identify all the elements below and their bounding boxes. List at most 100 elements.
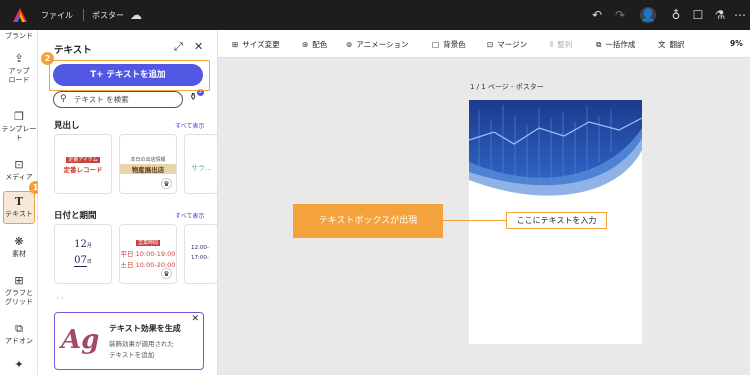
zoom-level[interactable]: 9% xyxy=(730,39,743,48)
see-all-headings-link[interactable]: すべて表示 xyxy=(175,121,204,130)
rail-item-charts[interactable]: ⊞ グラフと グリッド xyxy=(0,274,38,307)
addons-icon: ⧉ xyxy=(15,322,23,335)
margin-button[interactable]: ⊡ マージン xyxy=(487,39,527,50)
file-menu[interactable]: ファイル xyxy=(41,10,73,21)
background-icon: □ xyxy=(432,40,440,49)
page-label: 1 / 1 ページ - ポスター xyxy=(470,83,544,91)
colors-button[interactable]: ⊛ 配色 xyxy=(302,39,327,50)
promo-close-icon[interactable]: ✕ xyxy=(191,314,199,324)
rail-item-upload[interactable]: ⇪ アップ ロード xyxy=(0,52,38,85)
search-input[interactable]: ⚲ テキスト を検索 xyxy=(53,91,183,108)
expand-icon[interactable]: ⤢ xyxy=(174,40,183,54)
text-t-icon: T xyxy=(14,195,24,208)
text-effect-preview: Ag xyxy=(61,325,100,355)
animation-icon: ⊚ xyxy=(346,40,353,49)
card-tag: 本日の出店情報 xyxy=(130,157,166,163)
rail-label: テキスト xyxy=(5,210,33,218)
bulk-create-label: 一括作成 xyxy=(605,40,636,49)
rail-label: グラフと グリッド xyxy=(5,289,33,306)
rail-item-brand[interactable]: ブランド xyxy=(0,32,38,41)
resize-label: サイズ変更 xyxy=(242,40,280,49)
heading-template-card[interactable]: 本日の出店情報 物産展出店 ♛ xyxy=(119,134,177,194)
rail-label: メディア xyxy=(5,173,33,181)
animation-label: アニメーション xyxy=(356,40,409,49)
rail-item-addons[interactable]: ⧉ アドオン xyxy=(0,322,38,346)
upload-icon: ⇪ xyxy=(14,52,24,65)
time-line-2: 17:00- xyxy=(191,255,209,261)
generate-text-effects-card[interactable]: Ag テキスト効果を生成 装飾効果が適用された テキストを追加 ✕ xyxy=(54,312,204,370)
time-line-1: 12:00- xyxy=(191,245,209,251)
search-placeholder: テキスト を検索 xyxy=(74,95,129,104)
bulk-create-icon: ⧉ xyxy=(596,40,602,49)
step-badge-2: 2 xyxy=(41,52,54,65)
rail-item-text[interactable]: T テキスト xyxy=(3,191,35,224)
rail-label: アドオン xyxy=(5,337,33,345)
elements-icon: ❋ xyxy=(14,235,24,248)
text-box[interactable]: ここにテキストを入力 xyxy=(506,212,607,229)
left-rail: ブランド ⇪ アップ ロード ❐ テンプレー ト ⊡ メディア T テキスト ❋ 素材 ⊞… xyxy=(0,30,38,375)
date-template-card[interactable]: 営業時間 平日 10:00-19:00 土日 10:00-20:00 ♛ xyxy=(119,224,177,284)
callout-connector xyxy=(443,220,506,221)
filter-icon[interactable]: ⚱ xyxy=(189,92,197,103)
see-all-dates-link[interactable]: すべて表示 xyxy=(175,211,204,220)
align-icon: ⫴ xyxy=(550,40,554,49)
rail-item-media[interactable]: ⊡ メディア xyxy=(0,158,38,182)
undo-icon[interactable]: ↶ xyxy=(589,7,605,23)
translate-button[interactable]: 文翻訳 xyxy=(658,39,685,50)
comment-icon[interactable]: ☐ xyxy=(690,7,706,23)
section-heading-dates: 日付と期間 xyxy=(54,211,97,221)
date-template-card[interactable]: 12:00- 17:00- xyxy=(184,224,218,284)
templates-icon: ❐ xyxy=(14,110,24,123)
rail-label: 素材 xyxy=(12,250,26,258)
date-day: 07 xyxy=(74,255,87,267)
heading-template-card[interactable]: 定番アイテム 定番レコード xyxy=(54,134,112,194)
more-dots: · · xyxy=(56,294,64,303)
rail-item-elements[interactable]: ❋ 素材 xyxy=(0,235,38,259)
document-name[interactable]: ポスター xyxy=(92,10,124,21)
more-icon[interactable]: ⋯ xyxy=(732,7,748,23)
redo-icon[interactable]: ↷ xyxy=(612,7,628,23)
grid-icon: ⊞ xyxy=(14,274,24,287)
translate-icon: 文 xyxy=(658,40,666,49)
resize-icon: ⊞ xyxy=(232,40,239,49)
rail-label: ブランド xyxy=(5,32,33,40)
bulk-create-button[interactable]: ⧉ 一括作成 xyxy=(596,39,635,50)
section-heading-headings: 見出し xyxy=(54,121,80,131)
animation-button[interactable]: ⊚ アニメーション xyxy=(346,39,409,50)
rail-label: テンプレー ト xyxy=(1,125,37,142)
poster-header-graphic xyxy=(468,100,643,205)
annotation-callout: テキストボックスが出現 xyxy=(293,204,443,238)
date-month-unit: 月 xyxy=(86,243,92,249)
promo-desc-2: テキストを追加 xyxy=(109,351,155,359)
cloud-icon[interactable]: ☁ xyxy=(128,7,144,23)
resize-button[interactable]: ⊞ サイズ変更 xyxy=(232,39,280,50)
premium-crown-icon: ♛ xyxy=(161,178,172,189)
background-button[interactable]: □ 背景色 xyxy=(432,39,466,50)
editor-toolbar: ⊞ サイズ変更 ⊛ 配色 ⊚ アニメーション □ 背景色 ⊡ マージン ⫴ 整列 ⧉ 一括作成… xyxy=(218,30,750,58)
panel-title: テキスト xyxy=(54,45,92,56)
date-template-card[interactable]: 12月 07日 xyxy=(54,224,112,284)
card-main: 定番レコード xyxy=(63,166,103,174)
promo-title: テキスト効果を生成 xyxy=(109,324,181,333)
rail-item-more[interactable]: ✦ xyxy=(0,358,38,373)
hours-line-1: 平日 10:00-19:00 xyxy=(120,250,176,258)
rail-item-templates[interactable]: ❐ テンプレー ト xyxy=(0,110,38,143)
media-icon: ⊡ xyxy=(14,158,24,171)
lab-flask-icon[interactable]: ⚗ xyxy=(712,7,728,23)
card-main: サラ... xyxy=(191,164,212,172)
align-label: 整列 xyxy=(557,40,573,49)
heading-template-card[interactable]: サラ... xyxy=(184,134,218,194)
date-day-unit: 日 xyxy=(86,259,92,265)
background-label: 背景色 xyxy=(443,40,466,49)
card-tag: 営業時間 xyxy=(135,240,160,246)
card-main: 物産展出店 xyxy=(120,164,176,174)
sparkle-icon: ✦ xyxy=(14,358,24,371)
rail-label: アップ ロード xyxy=(8,67,30,84)
lightbulb-icon[interactable]: ♁ xyxy=(668,7,684,23)
colors-label: 配色 xyxy=(312,40,328,49)
close-icon[interactable]: ✕ xyxy=(194,40,203,53)
invite-user-icon[interactable]: 👤 xyxy=(640,7,656,23)
palette-icon: ⊛ xyxy=(302,40,309,49)
align-button[interactable]: ⫴ 整列 xyxy=(550,39,572,50)
adobe-express-logo[interactable] xyxy=(12,7,28,23)
